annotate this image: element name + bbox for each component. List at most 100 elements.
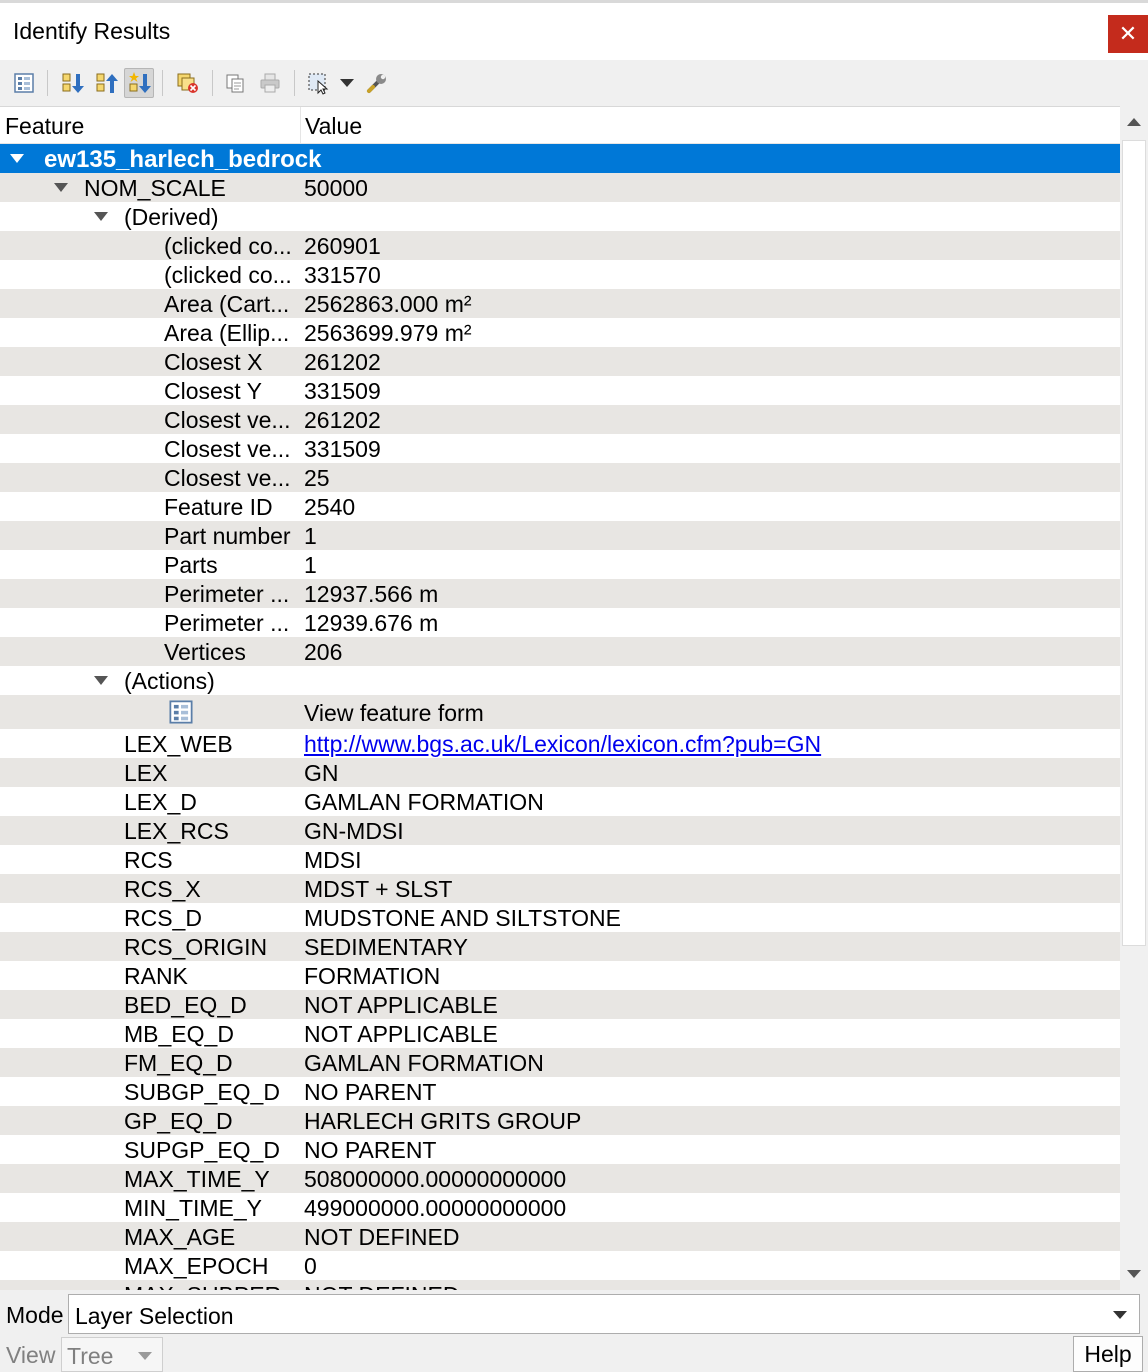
feature-value: MUDSTONE AND SILTSTONE (304, 905, 621, 931)
tree-row[interactable]: Perimeter ... 12939.676 m (0, 608, 1120, 637)
feature-name: MB_EQ_D (124, 1021, 234, 1047)
tree-row[interactable]: (clicked co... 331570 (0, 260, 1120, 289)
tree-row[interactable]: RCS_X MDST + SLST (0, 874, 1120, 903)
collapse-tree-button[interactable] (91, 68, 121, 98)
tree-row[interactable]: Vertices 206 (0, 637, 1120, 666)
collapse-icon (96, 73, 118, 93)
feature-value: NOT APPLICABLE (304, 992, 498, 1018)
print-button[interactable] (255, 68, 285, 98)
tree-row[interactable]: RANK FORMATION (0, 961, 1120, 990)
tree-row[interactable]: Closest ve... 331509 (0, 434, 1120, 463)
tree-header: Feature Value (0, 107, 1120, 144)
expand-arrow-icon[interactable] (54, 183, 68, 192)
tree-row[interactable]: (Actions) (0, 666, 1120, 695)
tree-row[interactable]: Area (Cart... 2562863.000 m² (0, 289, 1120, 318)
feature-value: GAMLAN FORMATION (304, 789, 544, 815)
column-divider[interactable] (300, 107, 301, 143)
tree-row[interactable]: Perimeter ... 12937.566 m (0, 579, 1120, 608)
feature-value: 50000 (304, 175, 368, 201)
mode-dropdown[interactable]: Layer Selection (68, 1294, 1140, 1334)
feature-value: 0 (304, 1253, 317, 1279)
feature-name: FM_EQ_D (124, 1050, 233, 1076)
feature-name: MAX_AGE (124, 1224, 236, 1250)
tree-row[interactable]: RCS_ORIGIN SEDIMENTARY (0, 932, 1120, 961)
tree-row[interactable]: Closest X 261202 (0, 347, 1120, 376)
scroll-up-arrow-icon[interactable] (1127, 118, 1141, 126)
action-row[interactable]: View feature form (0, 695, 1120, 729)
tree-row[interactable]: SUBGP_EQ_D NO PARENT (0, 1077, 1120, 1106)
scroll-down-arrow-icon[interactable] (1127, 1270, 1141, 1278)
column-header-value[interactable]: Value (305, 113, 362, 140)
tree-row[interactable]: LEX GN (0, 758, 1120, 787)
tree-row[interactable]: SUPGP_EQ_D NO PARENT (0, 1135, 1120, 1164)
expand-arrow-icon[interactable] (10, 154, 24, 163)
clear-results-button[interactable] (173, 68, 203, 98)
tree-row[interactable]: Closest ve... 261202 (0, 405, 1120, 434)
tree-row[interactable]: MB_EQ_D NOT APPLICABLE (0, 1019, 1120, 1048)
feature-value: 25 (304, 465, 330, 491)
results-tree[interactable]: Feature Value ew135_harlech_bedrock NOM_S… (0, 106, 1120, 1291)
feature-value: GAMLAN FORMATION (304, 1050, 544, 1076)
expand-arrow-icon[interactable] (94, 212, 108, 221)
tree-row[interactable]: LEX_WEB http://www.bgs.ac.uk/Lexicon/lexi… (0, 729, 1120, 758)
tree-row[interactable]: RCS_D MUDSTONE AND SILTSTONE (0, 903, 1120, 932)
print-icon (260, 73, 280, 93)
feature-name: RCS_X (124, 876, 201, 902)
tree-row[interactable]: (Derived) (0, 202, 1120, 231)
view-feature-form-button[interactable] (9, 68, 39, 98)
settings-button[interactable] (362, 68, 392, 98)
feature-value: 508000000.00000000000 (304, 1166, 567, 1192)
mode-dropdown-value: Layer Selection (75, 1303, 234, 1329)
mode-label: Mode (6, 1302, 64, 1328)
toolbar-separator (47, 70, 48, 96)
feature-name: Closest ve... (164, 407, 291, 433)
tree-row[interactable]: MAX_TIME_Y 508000000.00000000000 (0, 1164, 1120, 1193)
tree-row[interactable]: Area (Ellip... 2563699.979 m² (0, 318, 1120, 347)
help-button[interactable]: Help (1073, 1336, 1143, 1372)
layer-row[interactable]: ew135_harlech_bedrock (0, 144, 1120, 173)
close-button[interactable]: ✕ (1108, 15, 1148, 53)
feature-value: 331509 (304, 436, 381, 462)
vertical-scrollbar[interactable] (1120, 106, 1148, 1290)
feature-value: NOT APPLICABLE (304, 1021, 498, 1047)
column-header-feature[interactable]: Feature (5, 113, 84, 140)
tree-row[interactable]: Closest ve... 25 (0, 463, 1120, 492)
value-link[interactable]: http://www.bgs.ac.uk/Lexicon/lexicon.cfm… (304, 731, 821, 758)
tree-row[interactable]: MAX_EPOCH 0 (0, 1251, 1120, 1280)
tree-row[interactable]: LEX_RCS GN-MDSI (0, 816, 1120, 845)
identify-mode-button[interactable] (302, 68, 358, 98)
feature-name: LEX_RCS (124, 818, 229, 844)
tree-row[interactable]: BED_EQ_D NOT APPLICABLE (0, 990, 1120, 1019)
feature-value: 1 (304, 552, 317, 578)
expand-arrow-icon[interactable] (94, 676, 108, 685)
tree-row[interactable]: RCS MDSI (0, 845, 1120, 874)
copy-icon (226, 74, 244, 93)
feature-name: RCS (124, 847, 173, 873)
tree-row[interactable]: LEX_D GAMLAN FORMATION (0, 787, 1120, 816)
expand-tree-button[interactable] (57, 68, 87, 98)
tree-row[interactable]: Feature ID 2540 (0, 492, 1120, 521)
tree-row[interactable]: Parts 1 (0, 550, 1120, 579)
copy-feature-button[interactable] (220, 68, 250, 98)
feature-name: Perimeter ... (164, 581, 290, 607)
feature-value: NOT DEFINED (304, 1224, 460, 1250)
tree-row[interactable]: NOM_SCALE 50000 (0, 173, 1120, 202)
tree-row[interactable]: FM_EQ_D GAMLAN FORMATION (0, 1048, 1120, 1077)
scrollbar-thumb[interactable] (1122, 140, 1146, 946)
view-dropdown[interactable]: Tree (61, 1337, 163, 1372)
feature-name: Perimeter ... (164, 610, 290, 636)
tree-row[interactable]: Part number 1 (0, 521, 1120, 550)
form-icon[interactable] (168, 699, 194, 725)
action-label[interactable]: View feature form (304, 700, 484, 727)
tree-row[interactable]: GP_EQ_D HARLECH GRITS GROUP (0, 1106, 1120, 1135)
feature-name: Closest ve... (164, 436, 291, 462)
feature-name: LEX_WEB (124, 731, 233, 757)
tree-row[interactable]: (clicked co... 260901 (0, 231, 1120, 260)
expand-new-results-button[interactable] (124, 68, 154, 98)
feature-value: SEDIMENTARY (304, 934, 469, 960)
feature-value: GN-MDSI (304, 818, 404, 844)
tree-row[interactable]: MAX_AGE NOT DEFINED (0, 1222, 1120, 1251)
tree-row[interactable]: Closest Y 331509 (0, 376, 1120, 405)
identify-select-icon (308, 73, 329, 95)
tree-row[interactable]: MIN_TIME_Y 499000000.00000000000 (0, 1193, 1120, 1222)
